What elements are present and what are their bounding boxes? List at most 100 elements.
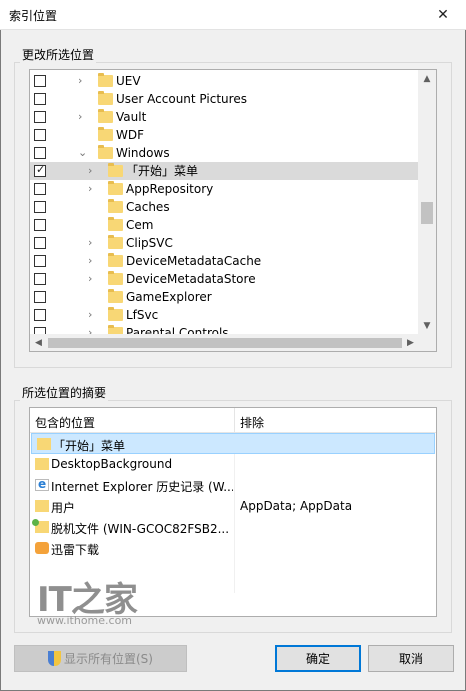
- scroll-left-icon[interactable]: ◀: [30, 334, 47, 351]
- tree-item-checkbox[interactable]: [34, 129, 46, 141]
- tree-item[interactable]: User Account Pictures: [30, 90, 419, 108]
- chevron-right-icon[interactable]: ›: [88, 181, 92, 197]
- scroll-thumb[interactable]: [421, 202, 433, 224]
- summary-location: 用户: [51, 501, 76, 515]
- tree-item-checkbox[interactable]: [34, 93, 46, 105]
- hscroll-thumb[interactable]: [48, 338, 402, 348]
- tree-item-label: Cem: [126, 218, 154, 232]
- tree-item-label: Vault: [116, 110, 147, 124]
- folder-icon: [108, 235, 123, 249]
- tree-item-checkbox[interactable]: [34, 219, 46, 231]
- tree-item-checkbox[interactable]: ✓: [34, 163, 46, 177]
- tree-item-checkbox[interactable]: [34, 75, 46, 87]
- tree-item[interactable]: WDF: [30, 126, 419, 144]
- summary-location: 脱机文件 (WIN-GCOC82FSB2...: [51, 522, 230, 536]
- folder-icon: [35, 458, 49, 470]
- tree-item-checkbox[interactable]: [34, 309, 46, 321]
- summary-row[interactable]: 迅雷下载: [30, 538, 436, 559]
- tree-item[interactable]: › DeviceMetadataCache: [30, 252, 419, 270]
- chevron-right-icon[interactable]: ›: [78, 73, 82, 89]
- tree-item-checkbox[interactable]: [34, 237, 46, 249]
- folder-icon: [98, 127, 113, 141]
- summary-location: DesktopBackground: [51, 457, 173, 471]
- offline-files-icon: [32, 519, 49, 533]
- cancel-button[interactable]: 取消: [368, 645, 454, 672]
- chevron-right-icon[interactable]: ›: [88, 253, 92, 269]
- tree-item-label: AppRepository: [126, 182, 214, 196]
- tree-item-label: UEV: [116, 74, 141, 88]
- summary-location: 「开始」菜单: [53, 439, 126, 453]
- tree-item[interactable]: › UEV: [30, 72, 419, 90]
- folder-icon: [108, 217, 123, 231]
- internet-explorer-icon: [35, 477, 49, 491]
- folder-icon: [98, 73, 113, 87]
- tree-item[interactable]: › DeviceMetadataStore: [30, 270, 419, 288]
- tree-item[interactable]: › Parental Controls: [30, 324, 419, 334]
- tree-item-label: ClipSVC: [126, 236, 173, 250]
- tree-item-checkbox[interactable]: [34, 183, 46, 195]
- tree-item[interactable]: › ClipSVC: [30, 234, 419, 252]
- ok-label: 确定: [305, 652, 330, 666]
- scroll-up-icon[interactable]: ▲: [418, 70, 436, 87]
- tree-item-checkbox[interactable]: [34, 255, 46, 267]
- column-excluded[interactable]: 排除: [240, 414, 264, 431]
- column-included[interactable]: 包含的位置: [35, 414, 95, 431]
- shield-icon: [48, 651, 61, 666]
- close-icon[interactable]: ✕: [420, 0, 466, 30]
- summary-row[interactable]: Internet Explorer 历史记录 (W...: [30, 475, 436, 496]
- tree-item[interactable]: ⌄ Windows: [30, 144, 419, 162]
- scroll-right-icon[interactable]: ▶: [402, 334, 419, 351]
- title-bar: 索引位置 ✕: [0, 0, 466, 30]
- scroll-down-icon[interactable]: ▼: [418, 317, 436, 334]
- chevron-right-icon[interactable]: ›: [78, 109, 82, 125]
- summary-row[interactable]: DesktopBackground: [30, 454, 436, 475]
- tree-item-checkbox[interactable]: [34, 291, 46, 303]
- ok-button[interactable]: 确定: [275, 645, 361, 672]
- summary-location: Internet Explorer 历史记录 (W...: [51, 480, 233, 494]
- folder-icon: [35, 500, 49, 512]
- folder-icon: [108, 163, 123, 177]
- tree-item-checkbox[interactable]: [34, 147, 46, 159]
- scroll-corner: [418, 334, 436, 351]
- tree-item-checkbox[interactable]: [34, 327, 46, 334]
- summary-row[interactable]: 用户 AppData; AppData: [30, 496, 436, 517]
- chevron-right-icon[interactable]: ›: [88, 163, 92, 179]
- summary-row[interactable]: 脱机文件 (WIN-GCOC82FSB2...: [30, 517, 436, 538]
- chevron-right-icon[interactable]: ›: [88, 307, 92, 323]
- summary-label: 所选位置的摘要: [20, 384, 109, 401]
- tree-item[interactable]: Caches: [30, 198, 419, 216]
- chevron-down-icon[interactable]: ⌄: [78, 145, 87, 161]
- tree-item-label: User Account Pictures: [116, 92, 247, 106]
- tree-item-label: Caches: [126, 200, 170, 214]
- tree-item[interactable]: › LfSvc: [30, 306, 419, 324]
- cancel-label: 取消: [398, 652, 423, 666]
- show-all-locations-button[interactable]: 显示所有位置(S): [14, 645, 187, 672]
- folder-icon: [98, 91, 113, 105]
- tree-horizontal-scrollbar[interactable]: ◀ ▶: [30, 334, 419, 351]
- column-divider[interactable]: [234, 408, 235, 433]
- tree-rows: › UEV User Account Pictures › Vault WDF ⌄ Windo…: [30, 70, 419, 334]
- folder-icon: [108, 289, 123, 303]
- folder-icon: [37, 438, 51, 450]
- tree-item-label: DeviceMetadataCache: [126, 254, 262, 268]
- summary-row[interactable]: 「开始」菜单: [31, 433, 435, 454]
- tree-item-label: 「开始」菜单: [126, 164, 199, 178]
- tree-item[interactable]: Cem: [30, 216, 419, 234]
- tree-item-checkbox[interactable]: [34, 201, 46, 213]
- folder-tree[interactable]: › UEV User Account Pictures › Vault WDF ⌄ Windo…: [29, 69, 437, 352]
- tree-item-checkbox[interactable]: [34, 273, 46, 285]
- folder-icon: [98, 145, 113, 159]
- tree-item-label: WDF: [116, 128, 145, 142]
- tree-vertical-scrollbar[interactable]: ▲ ▼: [418, 70, 436, 334]
- folder-icon: [108, 271, 123, 285]
- tree-item[interactable]: GameExplorer: [30, 288, 419, 306]
- tree-item-checkbox[interactable]: [34, 111, 46, 123]
- summary-location: 迅雷下载: [51, 543, 100, 557]
- tree-item[interactable]: › AppRepository: [30, 180, 419, 198]
- chevron-right-icon[interactable]: ›: [88, 235, 92, 251]
- chevron-right-icon[interactable]: ›: [88, 325, 92, 334]
- tree-item[interactable]: › Vault: [30, 108, 419, 126]
- chevron-right-icon[interactable]: ›: [88, 271, 92, 287]
- tree-item[interactable]: ✓ › 「开始」菜单: [30, 162, 419, 180]
- checkmark-icon: ✓: [36, 163, 46, 176]
